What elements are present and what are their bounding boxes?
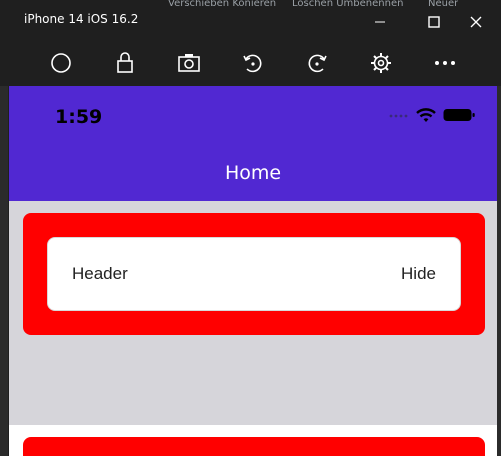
header-card: Header Hide [23,213,485,335]
battery-icon [443,109,475,121]
screenshot-button[interactable] [175,50,203,76]
wifi-icon [416,108,436,122]
window-title: iPhone 14 iOS 16.2 [24,12,139,26]
rotate-right-icon [308,54,327,73]
home-button[interactable] [47,50,75,76]
rotate-left-icon [243,54,262,73]
cellular-signal-icon [389,114,408,118]
background-window-text-1: Verschieben Konieren [168,0,277,8]
camera-icon [178,54,200,72]
phone-screen: 1:59 Home Header Hide [9,86,497,456]
page-title: Home [224,162,282,184]
gear-icon [371,53,391,73]
second-card [23,437,485,456]
header-card-content: Header Hide [47,237,461,311]
home-circle-icon [51,53,71,73]
more-icon [435,61,455,65]
rotate-left-button[interactable] [239,50,267,76]
background-window-text-3: Neuer [428,0,459,8]
hide-button[interactable]: Hide [401,264,436,284]
background-window-text-2: Löschen Umbenennen [292,0,404,8]
maximize-icon [428,16,440,28]
lock-icon [117,52,133,73]
status-time: 1:59 [55,106,103,128]
minimize-button[interactable] [366,8,394,34]
close-button[interactable] [462,8,490,34]
maximize-button[interactable] [420,8,448,34]
more-button[interactable] [431,50,459,76]
navigation-bar: Home [9,146,497,201]
rotate-right-button[interactable] [303,50,331,76]
close-icon [470,16,482,28]
lock-button[interactable] [111,50,139,76]
window-titlebar: Verschieben Konieren Löschen Umbenennen … [0,0,501,42]
simulator-toolbar [0,42,501,86]
minimize-icon [375,21,385,23]
status-bar: 1:59 [9,86,497,146]
card-header-label: Header [72,264,128,283]
desktop-background-right [497,86,501,456]
desktop-background-left [0,86,8,456]
settings-button[interactable] [367,50,395,76]
